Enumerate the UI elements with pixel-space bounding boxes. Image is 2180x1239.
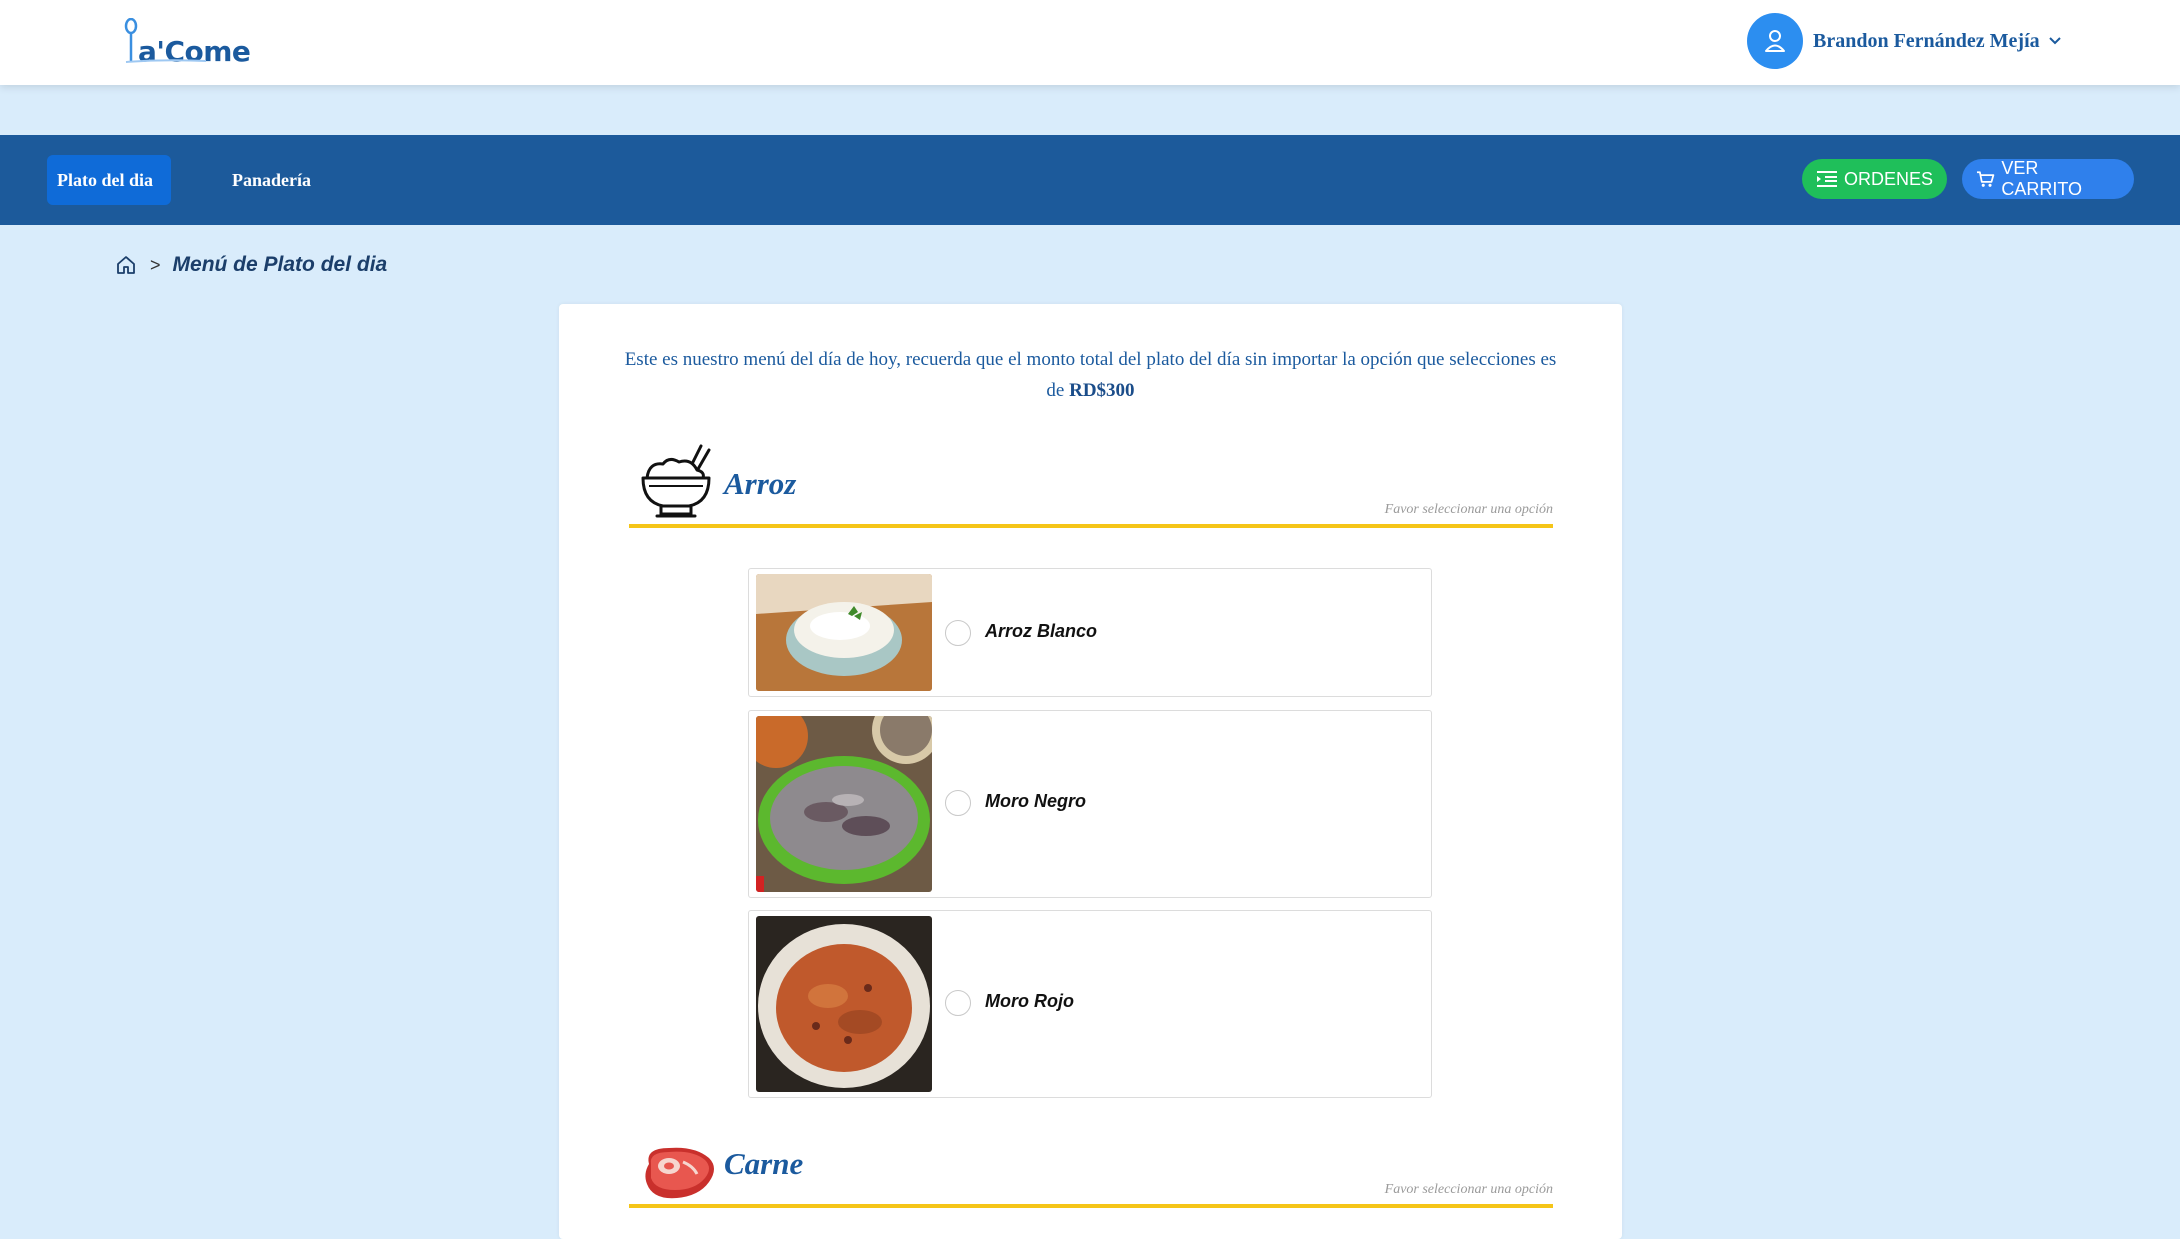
section-header-carne: Carne Favor seleccionar una opción <box>629 1128 1553 1208</box>
chevron-down-icon <box>2048 36 2062 46</box>
section-title-carne: Carne <box>724 1146 804 1181</box>
breadcrumb-separator: > <box>150 254 161 275</box>
section-header-arroz: Arroz Favor seleccionar una opción <box>629 444 1553 528</box>
food-image-arroz-blanco <box>756 574 932 691</box>
category-navbar: Plato del dia Panadería ORDENES VER CARR… <box>0 135 2180 225</box>
user-name: Brandon Fernández Mejía <box>1813 29 2040 52</box>
top-header: a'Come Brandon Fernández Mejía <box>0 0 2180 85</box>
orders-button[interactable]: ORDENES <box>1802 159 1947 199</box>
orders-label: ORDENES <box>1843 168 1933 189</box>
breadcrumb: > Menú de Plato del dia <box>116 250 387 280</box>
option-moro-negro[interactable]: Moro Negro <box>748 710 1432 898</box>
view-cart-button[interactable]: VER CARRITO <box>1962 158 2134 199</box>
home-icon[interactable] <box>116 255 136 275</box>
list-icon <box>1816 171 1837 187</box>
section-hint-carne: Favor seleccionar una opción <box>1384 1182 1553 1197</box>
menu-intro: Este es nuestro menú del día de hoy, rec… <box>619 344 1562 406</box>
section-hint-arroz: Favor seleccionar una opción <box>1384 502 1553 517</box>
logo-underline <box>125 59 207 63</box>
option-arroz-blanco[interactable]: Arroz Blanco <box>748 568 1432 697</box>
tab-plato-del-dia[interactable]: Plato del dia <box>47 155 171 205</box>
tab-panaderia[interactable]: Panadería <box>222 155 321 205</box>
user-icon <box>1765 30 1785 52</box>
option-label: Arroz Blanco <box>985 621 1098 641</box>
breadcrumb-current: Menú de Plato del dia <box>172 253 388 276</box>
radio-arroz-blanco[interactable] <box>945 620 971 646</box>
section-title-arroz: Arroz <box>724 466 797 501</box>
cart-icon <box>1976 171 1995 187</box>
food-image-moro-rojo <box>756 916 932 1092</box>
option-label: Moro Negro <box>985 791 1086 811</box>
intro-price: RD$300 <box>1069 380 1135 401</box>
user-menu[interactable]: Brandon Fernández Mejía <box>1747 13 2062 69</box>
steak-icon <box>645 1147 714 1199</box>
radio-moro-negro[interactable] <box>945 790 971 816</box>
option-label: Moro Rojo <box>985 991 1074 1011</box>
food-image-moro-negro <box>756 716 932 892</box>
avatar <box>1747 13 1803 69</box>
menu-card: Este es nuestro menú del día de hoy, rec… <box>559 304 1622 1239</box>
option-moro-rojo[interactable]: Moro Rojo <box>748 910 1432 1098</box>
cart-label: VER CARRITO <box>2001 158 2083 199</box>
radio-moro-rojo[interactable] <box>945 990 971 1016</box>
rice-bowl-icon <box>641 444 711 518</box>
